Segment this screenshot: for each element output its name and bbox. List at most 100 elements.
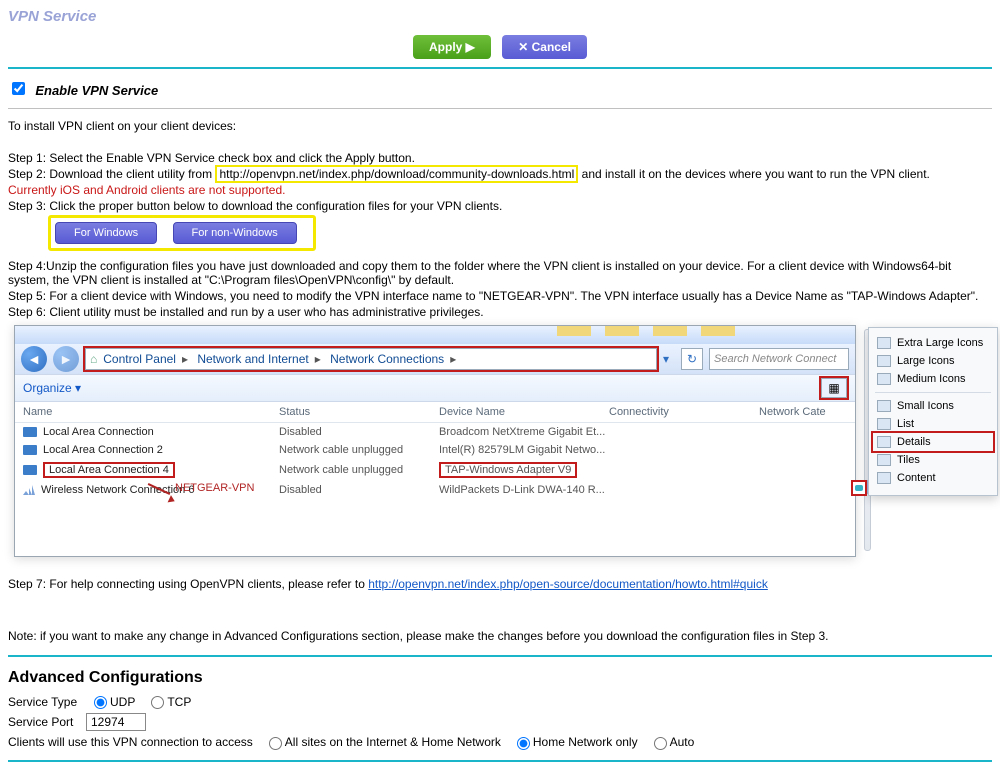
- breadcrumb-bar[interactable]: ⌂ Control Panel▸ Network and Internet▸ N…: [85, 348, 657, 370]
- step7-text: Step 7: For help connecting using OpenVP…: [8, 577, 992, 591]
- connection-status: Network cable unplugged: [279, 464, 439, 476]
- connection-name: Wireless Network Connection 6: [41, 484, 194, 496]
- view-tiles[interactable]: Tiles: [873, 451, 993, 469]
- crumb-control-panel[interactable]: Control Panel: [103, 352, 176, 366]
- organize-menu[interactable]: Organize ▾: [23, 381, 81, 395]
- connection-row[interactable]: Local Area Connection 2 Network cable un…: [15, 441, 855, 459]
- divider: [8, 760, 992, 762]
- service-port-label: Service Port: [8, 715, 78, 729]
- view-button[interactable]: ▦: [821, 378, 847, 398]
- step4-text: Step 4:Unzip the configuration files you…: [8, 259, 992, 287]
- tiles-icon: [877, 373, 891, 385]
- connection-device: Intel(R) 82579LM Gigabit Netwo...: [439, 444, 609, 456]
- access-home-radio[interactable]: [517, 737, 530, 750]
- step5-text: Step 5: For a client device with Windows…: [8, 289, 992, 303]
- access-home-option[interactable]: Home Network only: [509, 735, 638, 749]
- explorer-screenshot: ◄ ► ⌂ Control Panel▸ Network and Interne…: [8, 325, 992, 565]
- download-buttons-highlight: For Windows For non-Windows: [48, 215, 316, 251]
- access-all-radio[interactable]: [269, 737, 282, 750]
- explorer-window: ◄ ► ⌂ Control Panel▸ Network and Interne…: [14, 325, 856, 557]
- connection-name: Local Area Connection: [43, 426, 154, 438]
- crumb-network-connections[interactable]: Network Connections: [330, 352, 444, 366]
- access-auto-option[interactable]: Auto: [646, 735, 695, 749]
- explorer-navbar: ◄ ► ⌂ Control Panel▸ Network and Interne…: [15, 344, 855, 374]
- step2-text: Step 2: Download the client utility from…: [8, 167, 992, 181]
- cancel-button[interactable]: ✕ Cancel: [502, 35, 587, 59]
- col-status[interactable]: Status: [279, 406, 439, 418]
- step1-text: Step 1: Select the Enable VPN Service ch…: [8, 151, 992, 165]
- advanced-config-heading: Advanced Configurations: [8, 669, 992, 687]
- enable-vpn-checkbox[interactable]: [12, 82, 25, 95]
- tiles-icon: [877, 454, 891, 466]
- access-label: Clients will use this VPN connection to …: [8, 735, 253, 749]
- view-details[interactable]: Details: [873, 433, 993, 451]
- divider: [8, 108, 992, 109]
- col-name[interactable]: Name: [23, 406, 279, 418]
- divider: [8, 67, 992, 69]
- tcp-option[interactable]: TCP: [143, 695, 191, 709]
- breadcrumb: Control Panel▸ Network and Internet▸ Net…: [103, 352, 462, 366]
- enable-row: Enable VPN Service: [8, 79, 992, 98]
- connection-row[interactable]: Wireless Network Connection 6 Disabled W…: [15, 481, 855, 499]
- intro-text: To install VPN client on your client dev…: [8, 119, 992, 133]
- connection-row[interactable]: Local Area Connection Disabled Broadcom …: [15, 423, 855, 441]
- service-port-input[interactable]: [86, 713, 146, 731]
- ios-android-warning: Currently iOS and Android clients are no…: [8, 183, 992, 197]
- for-non-windows-button[interactable]: For non-Windows: [173, 222, 297, 244]
- nic-icon: [23, 465, 37, 475]
- step3-text: Step 3: Click the proper button below to…: [8, 199, 992, 213]
- step7-prefix: Step 7: For help connecting using OpenVP…: [8, 577, 368, 591]
- column-headers: Name Status Device Name Connectivity Net…: [15, 402, 855, 423]
- view-content[interactable]: Content: [873, 469, 993, 487]
- network-icon: ⌂: [90, 352, 97, 366]
- for-windows-button[interactable]: For Windows: [55, 222, 157, 244]
- tiles-icon: [877, 400, 891, 412]
- step2-suffix: and install it on the devices where you …: [578, 167, 930, 181]
- connection-status: Network cable unplugged: [279, 444, 439, 456]
- access-all-option[interactable]: All sites on the Internet & Home Network: [261, 735, 501, 749]
- access-auto-radio[interactable]: [654, 737, 667, 750]
- udp-radio[interactable]: [94, 696, 107, 709]
- col-connectivity[interactable]: Connectivity: [609, 406, 759, 418]
- col-device[interactable]: Device Name: [439, 406, 609, 418]
- details-icon: [877, 436, 891, 448]
- explorer-toolbar: Organize ▾ ▦: [15, 374, 855, 402]
- connection-device: Broadcom NetXtreme Gigabit Et...: [439, 426, 609, 438]
- connection-row[interactable]: Local Area Connection 4 Network cable un…: [15, 459, 855, 481]
- connection-name-highlight: Local Area Connection 4: [43, 462, 175, 478]
- search-input[interactable]: Search Network Connect: [709, 348, 849, 370]
- wifi-icon: [23, 485, 35, 495]
- nic-icon: [23, 445, 37, 455]
- back-button[interactable]: ◄: [21, 346, 47, 372]
- service-type-label: Service Type: [8, 695, 78, 709]
- action-button-row: Apply ▶ ✕ Cancel: [8, 35, 992, 59]
- enable-vpn-label: Enable VPN Service: [35, 83, 158, 98]
- col-category[interactable]: Network Cate: [759, 406, 847, 418]
- content-icon: [877, 472, 891, 484]
- list-icon: [877, 418, 891, 430]
- connection-status: Disabled: [279, 426, 439, 438]
- note-text: Note: if you want to make any change in …: [8, 629, 992, 643]
- connection-status: Disabled: [279, 484, 439, 496]
- view-large[interactable]: Large Icons: [873, 352, 993, 370]
- crumb-network-internet[interactable]: Network and Internet: [197, 352, 308, 366]
- forward-button[interactable]: ►: [53, 346, 79, 372]
- connection-name: Local Area Connection 2: [43, 444, 163, 456]
- service-type-row: Service Type UDP TCP: [8, 695, 992, 709]
- howto-link[interactable]: http://openvpn.net/index.php/open-source…: [368, 577, 768, 591]
- view-small[interactable]: Small Icons: [873, 397, 993, 415]
- view-medium[interactable]: Medium Icons: [873, 370, 993, 388]
- connection-device-highlight: TAP-Windows Adapter V9: [439, 462, 577, 478]
- refresh-button[interactable]: ↻: [681, 348, 703, 370]
- window-titlebar: [15, 326, 855, 344]
- tcp-radio[interactable]: [151, 696, 164, 709]
- apply-button[interactable]: Apply ▶: [413, 35, 491, 59]
- view-extra-large[interactable]: Extra Large Icons: [873, 334, 993, 352]
- page-title: VPN Service: [8, 8, 992, 25]
- divider: [8, 655, 992, 657]
- tiles-icon: [877, 337, 891, 349]
- download-url-highlight: http://openvpn.net/index.php/download/co…: [215, 165, 578, 183]
- step6-text: Step 6: Client utility must be installed…: [8, 305, 992, 319]
- udp-option[interactable]: UDP: [86, 695, 135, 709]
- view-list[interactable]: List: [873, 415, 993, 433]
